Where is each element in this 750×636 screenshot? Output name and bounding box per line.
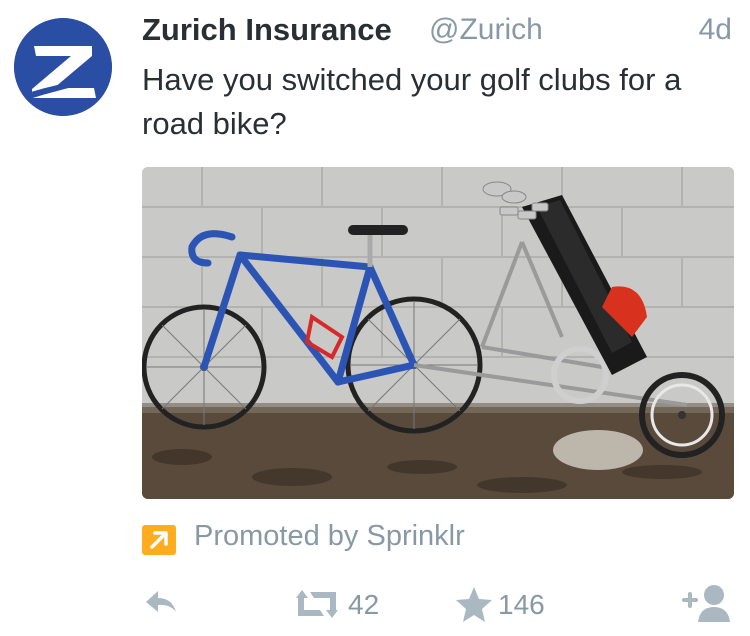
retweet-button[interactable]: 42 xyxy=(292,582,402,630)
promoted-text: Promoted by Sprinklr xyxy=(194,520,465,552)
avatar[interactable] xyxy=(14,18,112,116)
tweet-text: Have you switched your golf clubs for a … xyxy=(142,62,682,141)
retweet-icon xyxy=(296,590,338,618)
tweet-header: Zurich Insurance @Zurich 4d xyxy=(142,12,732,56)
favorite-count: 146 xyxy=(498,589,545,620)
promoted-arrow-icon xyxy=(142,525,176,555)
follow-button[interactable] xyxy=(682,582,734,630)
bicycle-golf-cart-photo xyxy=(142,167,734,499)
author-name[interactable]: Zurich Insurance xyxy=(142,12,392,48)
author-handle[interactable]: @Zurich xyxy=(429,13,543,47)
tweet-actions: 42 146 xyxy=(142,582,742,630)
reply-icon xyxy=(146,591,176,612)
favorite-button[interactable]: 146 xyxy=(454,582,574,630)
reply-button[interactable] xyxy=(142,582,182,630)
follow-user-icon xyxy=(682,585,730,622)
retweet-count: 42 xyxy=(348,589,380,620)
tweet-photo[interactable] xyxy=(142,167,734,499)
zurich-logo-icon xyxy=(14,18,112,116)
tweet-timestamp[interactable]: 4d xyxy=(699,13,732,47)
star-icon xyxy=(456,587,492,622)
